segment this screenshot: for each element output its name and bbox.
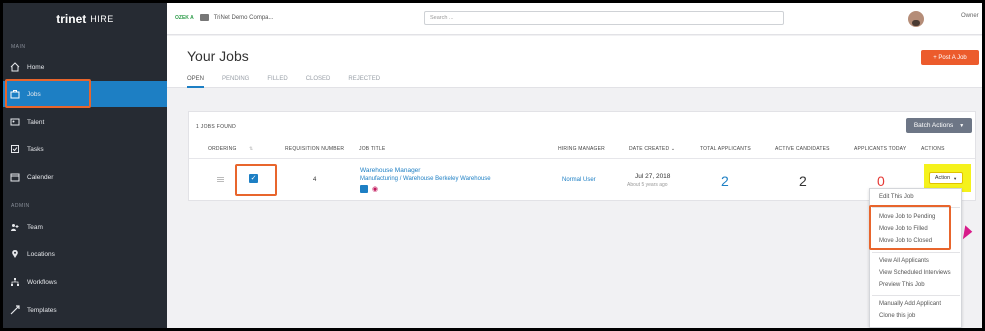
app-window: trinet HIRE MAIN Home Jobs Talent Tasks …	[3, 3, 982, 328]
tab-open[interactable]: OPEN	[187, 76, 205, 88]
id-card-icon	[10, 117, 20, 127]
brand-product: HIRE	[90, 14, 114, 24]
column-header-job-title: JOB TITLE	[359, 146, 386, 152]
bookmark-icon[interactable]	[360, 185, 368, 193]
sidebar-item-calender[interactable]: Calender	[3, 164, 167, 190]
menu-item-preview-job[interactable]: Preview This Job	[879, 282, 925, 288]
divider	[189, 158, 975, 159]
move-options-highlight-outline	[869, 205, 951, 250]
action-dropdown-button[interactable]: Action ▼	[929, 172, 963, 184]
user-label[interactable]: Owner	[961, 13, 979, 19]
tab-filled[interactable]: FILLED	[267, 76, 287, 88]
sidebar-item-label: Calender	[27, 173, 54, 181]
sidebar: trinet HIRE MAIN Home Jobs Talent Tasks …	[3, 3, 167, 328]
company-badge: OZEK A	[175, 14, 194, 21]
column-header-hiring-manager: HIRING MANAGER	[558, 146, 605, 152]
menu-item-add-applicant[interactable]: Manually Add Applicant	[879, 301, 941, 307]
sidebar-item-label: Talent	[27, 118, 45, 126]
post-job-button[interactable]: + Post A Job	[921, 50, 979, 65]
tab-closed[interactable]: CLOSED	[306, 76, 331, 88]
column-header-requisition: REQUISITION NUMBER	[285, 146, 345, 152]
caret-down-icon: ▼	[953, 175, 958, 181]
column-header-date-created[interactable]: DATE CREATED ⌄	[629, 146, 675, 152]
sort-icon[interactable]: ⇅	[249, 146, 253, 152]
sidebar-item-label: Tasks	[27, 145, 44, 153]
sidebar-item-label: Templates	[27, 306, 57, 314]
template-icon	[10, 305, 20, 315]
jobs-found-count: 1 JOBS FOUND	[196, 124, 236, 130]
date-created: Jul 27, 2018	[635, 173, 671, 180]
eye-icon[interactable]: ◉	[372, 185, 378, 193]
column-header-applicants-today: APPLICANTS TODAY	[854, 146, 907, 152]
column-header-actions: ACTIONS	[921, 146, 945, 152]
drag-handle-icon[interactable]	[217, 177, 224, 182]
date-relative: About 5 years ago	[627, 182, 668, 188]
column-header-active-candidates: ACTIVE CANDIDATES	[775, 146, 830, 152]
sidebar-item-templates[interactable]: Templates	[3, 297, 167, 323]
total-applicants-count[interactable]: 2	[721, 173, 729, 189]
sidebar-item-locations[interactable]: Locations	[3, 241, 167, 267]
mouse-cursor-icon	[962, 225, 974, 241]
section-label-main: MAIN	[11, 44, 26, 50]
company-name: TriNet Demo Compa...	[213, 14, 274, 21]
location-pin-icon	[10, 249, 20, 259]
menu-divider	[872, 252, 960, 253]
tab-pending[interactable]: PENDING	[222, 76, 249, 88]
status-tabs: OPEN PENDING FILLED CLOSED REJECTED	[187, 76, 398, 88]
menu-item-clone-job[interactable]: Clone this job	[879, 313, 915, 319]
avatar[interactable]	[908, 11, 924, 27]
menu-item-view-interviews[interactable]: View Scheduled Interviews	[879, 270, 951, 276]
sidebar-item-label: Home	[27, 63, 45, 71]
sidebar-item-label: Team	[27, 223, 43, 231]
section-label-admin: ADMIN	[11, 203, 30, 209]
batch-actions-button[interactable]: Batch Actions ▼	[906, 118, 972, 133]
job-subtitle-link[interactable]: Manufacturing / Warehouse Berkeley Wareh…	[360, 176, 491, 182]
company-switcher[interactable]: OZEK A TriNet Demo Compa...	[175, 14, 274, 21]
jobs-panel: 1 JOBS FOUND Batch Actions ▼ ORDERING ⇅ …	[188, 111, 976, 201]
caret-down-icon: ▼	[959, 122, 965, 129]
sidebar-item-tasks[interactable]: Tasks	[3, 136, 167, 162]
requisition-number: 4	[313, 177, 317, 183]
menu-item-view-applicants[interactable]: View All Applicants	[879, 258, 929, 264]
search-input[interactable]: Search ...	[424, 11, 784, 25]
sidebar-item-talent[interactable]: Talent	[3, 109, 167, 135]
workflow-icon	[10, 277, 20, 287]
sidebar-item-label: Workflows	[27, 278, 57, 286]
action-button-label: Action	[934, 175, 951, 181]
active-candidates-count: 2	[799, 173, 807, 189]
hiring-manager-link[interactable]: Normal User	[562, 177, 596, 183]
calendar-icon	[10, 172, 20, 182]
folder-icon	[199, 14, 209, 21]
sidebar-item-team[interactable]: Team	[3, 214, 167, 240]
sidebar-item-label: Locations	[27, 250, 55, 258]
menu-divider	[872, 295, 960, 296]
jobs-highlight-outline	[5, 79, 91, 108]
column-header-total-applicants: TOTAL APPLICANTS	[700, 146, 751, 152]
column-header-ordering: ORDERING	[208, 146, 237, 152]
tab-rejected[interactable]: REJECTED	[348, 76, 380, 88]
top-bar: OZEK A TriNet Demo Compa... Search ... O…	[167, 3, 982, 35]
checkbox-highlight-outline	[235, 164, 277, 196]
column-header-label: DATE CREATED	[629, 146, 670, 152]
page-title: Your Jobs	[187, 48, 249, 64]
sidebar-item-workflows[interactable]: Workflows	[3, 269, 167, 295]
chevron-down-icon: ⌄	[670, 146, 676, 152]
job-title-link[interactable]: Warehouse Manager	[360, 167, 420, 174]
sidebar-item-home[interactable]: Home	[3, 54, 167, 80]
tasks-icon	[10, 144, 20, 154]
menu-item-edit-job[interactable]: Edit This Job	[879, 194, 914, 200]
applicants-today-count: 0	[877, 173, 885, 189]
home-icon	[10, 62, 20, 72]
brand-logo[interactable]: trinet HIRE	[3, 3, 167, 35]
page-header: Your Jobs OPEN PENDING FILLED CLOSED REJ…	[167, 36, 982, 88]
team-icon	[10, 222, 20, 232]
batch-actions-label: Batch Actions	[913, 122, 954, 129]
brand-name: trinet	[56, 12, 87, 26]
